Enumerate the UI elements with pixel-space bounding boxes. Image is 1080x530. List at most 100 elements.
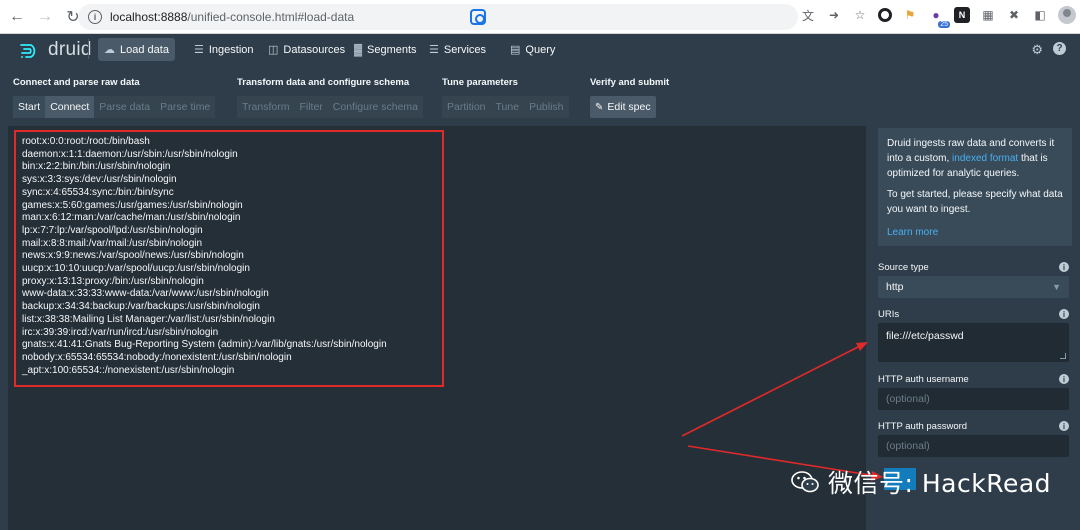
nav-label: Load data bbox=[120, 43, 169, 56]
help-icon[interactable]: ? bbox=[1053, 42, 1066, 55]
bookmark-star-icon[interactable]: ☆ bbox=[852, 7, 868, 23]
load-data-steps: Connect and parse raw data Start Connect… bbox=[0, 65, 1080, 125]
edit-spec-icon: ✎ bbox=[595, 101, 604, 113]
raw-data-line: nobody:x:65534:65534:nobody:/nonexistent… bbox=[22, 351, 292, 363]
druid-header: druid ☁ Load data ☰ Ingestion ◫ Datasour… bbox=[0, 34, 1080, 65]
step-start[interactable]: Start bbox=[13, 96, 46, 118]
step-publish[interactable]: Publish bbox=[524, 96, 569, 118]
forward-icon[interactable]: → bbox=[34, 6, 56, 28]
notion-icon[interactable]: N bbox=[954, 7, 970, 23]
nav-label: Segments bbox=[367, 43, 417, 56]
address-bar[interactable]: i localhost:8888/unified-console.html#lo… bbox=[78, 4, 798, 30]
info-icon[interactable]: i bbox=[1059, 374, 1069, 384]
nav-load-data[interactable]: ☁ Load data bbox=[98, 38, 175, 61]
uris-input[interactable]: file:///etc/passwd bbox=[878, 323, 1069, 362]
nav-services[interactable]: ☰ Services bbox=[423, 38, 492, 61]
info-icon[interactable]: i bbox=[1059, 421, 1069, 431]
raw-data-line: man:x:6:12:man:/var/cache/man:/usr/sbin/… bbox=[22, 212, 241, 224]
step-parse-data[interactable]: Parse data bbox=[94, 96, 156, 118]
indexed-format-link[interactable]: indexed format bbox=[952, 153, 1018, 164]
source-type-label: Source type bbox=[878, 262, 929, 273]
step-tune[interactable]: Tune bbox=[490, 96, 525, 118]
http-auth-username-input[interactable]: (optional) bbox=[878, 388, 1069, 410]
side-panel-icon[interactable]: ◧ bbox=[1032, 7, 1048, 23]
info-icon[interactable]: i bbox=[1059, 262, 1069, 272]
step-parse-time[interactable]: Parse time bbox=[155, 96, 216, 118]
wechat-watermark: 微信号: HackRead bbox=[790, 464, 1051, 500]
raw-data-line: irc:x:39:39:ircd:/var/run/ircd:/usr/sbin… bbox=[22, 326, 219, 338]
caret-down-icon: ▼ bbox=[1052, 282, 1061, 292]
raw-data-line: news:x:9:9:news:/var/spool/news:/usr/sbi… bbox=[22, 250, 244, 262]
url-host: localhost:8888 bbox=[110, 10, 188, 24]
druid-logo-icon bbox=[20, 44, 36, 58]
http-auth-password-label: HTTP auth password bbox=[878, 421, 968, 432]
http-auth-password-input[interactable]: (optional) bbox=[878, 435, 1069, 457]
learn-more-link[interactable]: Learn more bbox=[887, 227, 938, 238]
settings-gear-icon[interactable]: ⚙ bbox=[1031, 42, 1043, 58]
profile-avatar[interactable] bbox=[1058, 6, 1076, 24]
step-filter[interactable]: Filter bbox=[294, 96, 328, 118]
raw-data-line: daemon:x:1:1:daemon:/usr/sbin:/usr/sbin/… bbox=[22, 148, 238, 160]
browser-toolbar: ← → ↻ i localhost:8888/unified-console.h… bbox=[0, 0, 1080, 34]
http-auth-username-label: HTTP auth username bbox=[878, 374, 969, 385]
step-group-connect: Connect and parse raw data Start Connect… bbox=[13, 77, 216, 118]
step-group-title: Transform data and configure schema bbox=[237, 77, 410, 88]
raw-data-line: list:x:38:38:Mailing List Manager:/var/l… bbox=[22, 313, 275, 325]
header-actions: ⚙ ? bbox=[1031, 42, 1066, 58]
step-transform[interactable]: Transform bbox=[237, 96, 295, 118]
druid-logo[interactable]: druid bbox=[18, 39, 92, 61]
raw-data-line: proxy:x:13:13:proxy:/bin:/usr/sbin/nolog… bbox=[22, 275, 204, 287]
uris-value: file:///etc/passwd bbox=[886, 330, 964, 342]
edit-spec-label: Edit spec bbox=[607, 101, 651, 113]
info-icon[interactable]: i bbox=[1059, 309, 1069, 319]
step-group-title: Tune parameters bbox=[442, 77, 518, 88]
gantt-icon: ☰ bbox=[194, 44, 204, 56]
extension-flag-icon[interactable]: ⚑ bbox=[902, 7, 918, 23]
site-info-icon[interactable]: i bbox=[88, 10, 102, 24]
extension-badge-icon[interactable]: ● 25 bbox=[928, 7, 950, 28]
raw-data-line: gnats:x:41:41:Gnats Bug-Reporting System… bbox=[22, 339, 387, 351]
edit-spec-button[interactable]: ✎ Edit spec bbox=[590, 96, 656, 118]
raw-data-line: www-data:x:33:33:www-data:/var/www:/usr/… bbox=[22, 288, 269, 300]
watermark-text: 微信号: HackRead bbox=[828, 469, 1052, 498]
nav-datasources[interactable]: ◫ Datasources bbox=[262, 38, 351, 61]
raw-data-line: uucp:x:10:10:uucp:/var/spool/uucp:/usr/s… bbox=[22, 263, 250, 275]
back-icon[interactable]: ← bbox=[6, 6, 28, 28]
intro-text-2: To get started, please specify what data… bbox=[887, 189, 1063, 215]
nav-query[interactable]: ▤ Query bbox=[504, 38, 561, 61]
step-group-title: Verify and submit bbox=[590, 77, 670, 88]
source-type-select[interactable]: http ▼ bbox=[878, 276, 1069, 298]
intro-text: Druid ingests raw data and converts it i… bbox=[887, 136, 1063, 181]
database-icon: ☰ bbox=[429, 44, 439, 56]
extension-grid-icon[interactable]: ▦ bbox=[980, 7, 996, 23]
druid-logo-text: druid bbox=[48, 39, 92, 60]
application-icon: ▤ bbox=[510, 44, 521, 56]
lens-icon[interactable] bbox=[470, 9, 486, 25]
step-group-transform: Transform data and configure schema Tran… bbox=[237, 77, 424, 118]
raw-data-line: games:x:5:60:games:/usr/games:/usr/sbin/… bbox=[22, 199, 243, 211]
step-partition[interactable]: Partition bbox=[442, 96, 491, 118]
share-icon[interactable]: ➜ bbox=[826, 7, 842, 23]
source-type-value: http bbox=[886, 281, 904, 293]
step-group-tune: Tune parameters Partition Tune Publish bbox=[442, 77, 569, 118]
extension-ring-icon[interactable] bbox=[878, 8, 892, 22]
uris-label: URIs bbox=[878, 309, 900, 320]
wechat-icon bbox=[791, 471, 819, 493]
url-path: /unified-console.html#load-data bbox=[187, 10, 355, 24]
step-group-verify: Verify and submit ✎ Edit spec bbox=[590, 77, 669, 118]
nav-ingestion[interactable]: ☰ Ingestion bbox=[188, 38, 260, 61]
step-group-title: Connect and parse raw data bbox=[13, 77, 140, 88]
puzzle-icon[interactable]: ✖ bbox=[1006, 7, 1022, 23]
nav-segments[interactable]: ▓ Segments bbox=[348, 38, 423, 61]
resize-grip-icon[interactable] bbox=[1060, 353, 1066, 359]
step-configure-schema[interactable]: Configure schema bbox=[327, 96, 424, 118]
raw-data-line: backup:x:34:34:backup:/var/backups:/usr/… bbox=[22, 301, 260, 313]
step-connect[interactable]: Connect bbox=[45, 96, 95, 118]
raw-data-line: sys:x:3:3:sys:/dev:/usr/sbin/nologin bbox=[22, 174, 177, 186]
layers-icon: ◫ bbox=[268, 44, 279, 56]
raw-data-line: bin:x:2:2:bin:/bin:/usr/sbin/nologin bbox=[22, 161, 171, 173]
nav-label: Services bbox=[443, 43, 487, 56]
raw-data-line: root:x:0:0:root:/root:/bin/bash bbox=[22, 136, 150, 147]
translate-icon[interactable]: 文 bbox=[800, 7, 816, 23]
extension-badge: 25 bbox=[938, 21, 950, 28]
